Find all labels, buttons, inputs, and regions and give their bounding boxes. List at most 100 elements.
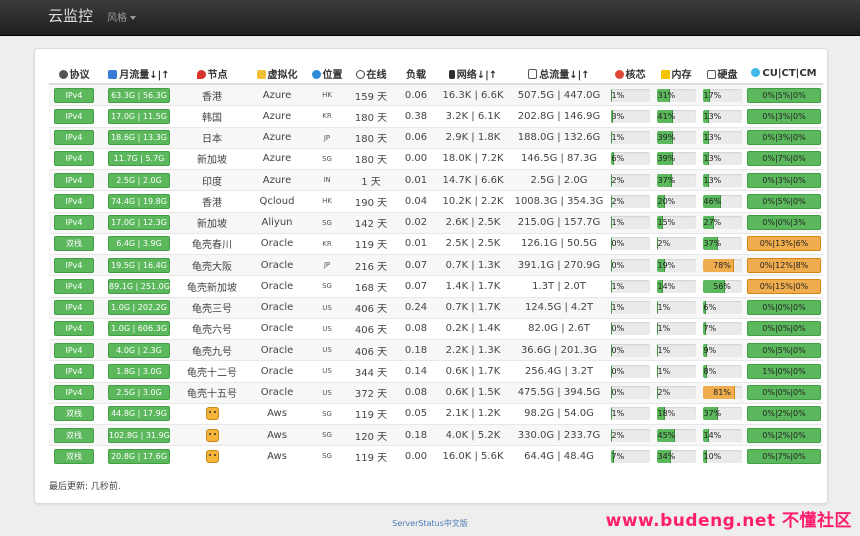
style-dropdown[interactable]: 风格	[107, 9, 136, 24]
table-row[interactable]: IPv4 2.5G | 2.0G 印度 Azure IN 1 天 0.01 14…	[49, 168, 823, 191]
lion-icon	[205, 449, 219, 463]
table-row[interactable]: IPv4 74.4G | 19.8G 香港 Qcloud HK 190 天 0.…	[49, 190, 823, 212]
cpu-cell: 0%	[607, 317, 653, 340]
uptime: 1 天	[345, 168, 397, 191]
protocol-badge: IPv4	[54, 342, 94, 358]
cpu-value: 2%	[611, 175, 625, 185]
node-name: 印度	[179, 168, 245, 191]
disk-cell: 14%	[699, 423, 745, 446]
table-row[interactable]: 双栈 20.8G | 17.6G Aws SG 119 天 0.00 16.0K…	[49, 445, 823, 467]
cpu-bar: 0%	[610, 364, 650, 378]
protocol-cell: IPv4	[49, 253, 99, 276]
table-row[interactable]: IPv4 11.7G | 5.7G 新加坡 Azure SG 180 天 0.0…	[49, 147, 823, 170]
col-disk[interactable]: 硬盘	[699, 63, 745, 85]
table-row[interactable]: IPv4 1.0G | 202.2G 龟壳三号 Oracle US 406 天 …	[49, 296, 823, 319]
node-name: 龟壳大阪	[179, 253, 245, 276]
col-load[interactable]: 负载	[397, 63, 435, 85]
col-isp[interactable]: CU|CT|CM	[745, 63, 823, 85]
cpu-value: 0%	[611, 324, 625, 334]
isp-badge: 0%|7%|0%	[747, 151, 821, 167]
mem-bar: 18%	[656, 407, 696, 421]
network-speed: 18.0K | 7.2K	[435, 147, 511, 170]
protocol-cell: IPv4	[49, 168, 99, 191]
col-node[interactable]: 节点	[179, 63, 245, 85]
table-row[interactable]: IPv4 18.6G | 13.3G 日本 Azure JP 180 天 0.0…	[49, 126, 823, 149]
load: 0.02	[397, 211, 435, 234]
disk-cell: 7%	[699, 317, 745, 340]
disk-cell: 6%	[699, 296, 745, 319]
isp-cell: 0%|3%|0%	[745, 168, 823, 191]
location-code: US	[309, 338, 345, 361]
isp-cell: 0%|7%|0%	[745, 147, 823, 170]
protocol-badge: IPv4	[54, 363, 94, 379]
mem-bar: 1%	[656, 364, 696, 378]
col-uptime[interactable]: 在线	[345, 63, 397, 85]
table-row[interactable]: 双栈 6.4G | 3.9G 龟壳春川 Oracle KR 119 天 0.01…	[49, 232, 823, 255]
virtualization: Oracle	[245, 296, 309, 319]
col-monthly-traffic[interactable]: 月流量↓|↑	[99, 63, 179, 85]
total-traffic: 98.2G | 54.0G	[511, 402, 607, 425]
network-speed: 16.3K | 6.6K	[435, 83, 511, 106]
col-virtualization[interactable]: 虚拟化	[245, 63, 309, 85]
location-code: SG	[309, 275, 345, 297]
col-location[interactable]: 位置	[309, 63, 345, 85]
table-row[interactable]: IPv4 1.8G | 3.0G 龟壳十二号 Oracle US 344 天 0…	[49, 360, 823, 382]
location-code: US	[309, 317, 345, 340]
table-row[interactable]: IPv4 4.0G | 2.3G 龟壳九号 Oracle US 406 天 0.…	[49, 338, 823, 361]
disk-cell: 56%	[699, 275, 745, 297]
col-protocol[interactable]: 协议	[49, 63, 99, 85]
node-name: 新加坡	[179, 211, 245, 234]
virtualization: Azure	[245, 83, 309, 106]
brand-title[interactable]: 云监控	[48, 5, 93, 26]
monthly-traffic-cell: 17.0G | 12.3G	[99, 211, 179, 234]
total-traffic: 1008.3G | 354.3G	[511, 190, 607, 212]
isp-cell: 0%|5%|0%	[745, 83, 823, 106]
cpu-bar: 1%	[610, 407, 650, 421]
col-cpu[interactable]: 核芯	[607, 63, 653, 85]
disk-bar: 78%	[702, 258, 742, 272]
location-code: US	[309, 360, 345, 382]
cpu-value: 1%	[611, 133, 625, 143]
cpu-bar: 7%	[610, 449, 650, 463]
monthly-traffic-cell: 4.0G | 2.3G	[99, 338, 179, 361]
table-row[interactable]: IPv4 17.0G | 11.5G 韩国 Azure KR 180 天 0.3…	[49, 105, 823, 127]
table-row[interactable]: IPv4 19.5G | 16.4G 龟壳大阪 Oracle JP 216 天 …	[49, 253, 823, 276]
network-speed: 0.6K | 1.5K	[435, 381, 511, 404]
monthly-traffic-cell: 1.0G | 606.3G	[99, 317, 179, 340]
disk-bar: 10%	[702, 449, 742, 463]
col-network[interactable]: 网络↓|↑	[435, 63, 511, 85]
cpu-value: 2%	[611, 430, 625, 440]
table-row[interactable]: IPv4 63.3G | 56.3G 香港 Azure HK 159 天 0.0…	[49, 83, 823, 106]
table-row[interactable]: IPv4 17.0G | 12.3G 新加坡 Aliyun SG 142 天 0…	[49, 211, 823, 234]
disk-value: 27%	[703, 218, 722, 228]
uptime: 372 天	[345, 381, 397, 404]
table-row[interactable]: 双栈 102.8G | 31.9G Aws SG 120 天 0.18 4.0K…	[49, 423, 823, 446]
cpu-value: 0%	[611, 260, 625, 270]
monthly-traffic-cell: 1.8G | 3.0G	[99, 360, 179, 382]
total-traffic: 82.0G | 2.6T	[511, 317, 607, 340]
table-row[interactable]: IPv4 89.1G | 251.0G 龟壳新加坡 Oracle SG 168 …	[49, 275, 823, 297]
table-row[interactable]: 双栈 44.8G | 17.9G Aws SG 119 天 0.05 2.1K …	[49, 402, 823, 425]
mem-value: 45%	[657, 430, 676, 440]
protocol-badge: IPv4	[54, 108, 94, 124]
node-name: 香港	[179, 83, 245, 106]
col-protocol-label: 协议	[69, 69, 90, 81]
disk-cell: 27%	[699, 211, 745, 234]
cpu-bar: 0%	[610, 322, 650, 336]
load: 0.01	[397, 232, 435, 255]
table-row[interactable]: IPv4 2.5G | 3.0G 龟壳十五号 Oracle US 372 天 0…	[49, 381, 823, 404]
col-memory[interactable]: 内存	[653, 63, 699, 85]
disk-cell: 10%	[699, 445, 745, 467]
table-row[interactable]: IPv4 1.0G | 606.3G 龟壳六号 Oracle US 406 天 …	[49, 317, 823, 340]
uptime: 180 天	[345, 126, 397, 149]
cpu-value: 3%	[611, 111, 625, 121]
disk-bar: 6%	[702, 301, 742, 315]
uptime: 119 天	[345, 232, 397, 255]
uptime: 190 天	[345, 190, 397, 212]
protocol-badge: IPv4	[54, 300, 94, 316]
col-monthly-traffic-label: 月流量↓|↑	[119, 69, 170, 81]
col-total-traffic[interactable]: 总流量↓|↑	[511, 63, 607, 85]
monthly-traffic-badge: 11.7G | 5.7G	[108, 151, 170, 167]
uptime: 180 天	[345, 147, 397, 170]
node-name: 龟壳十二号	[179, 360, 245, 382]
